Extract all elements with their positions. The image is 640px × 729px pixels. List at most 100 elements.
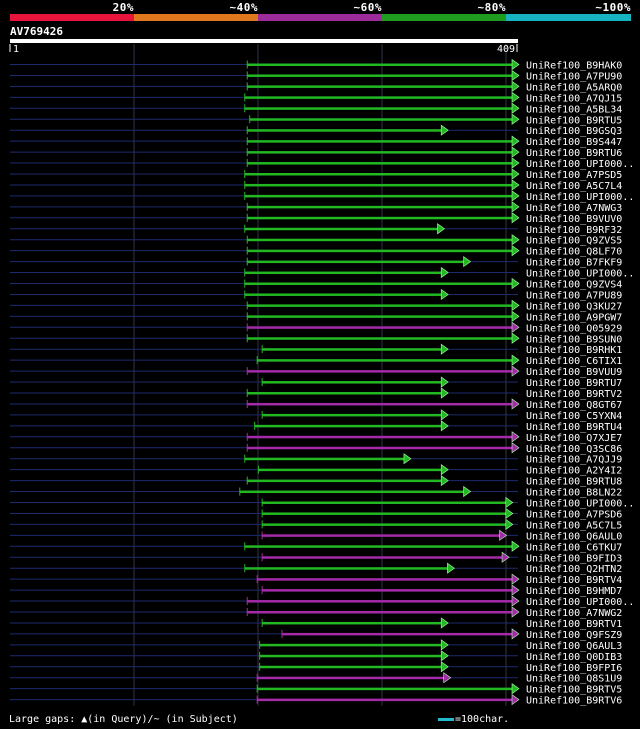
- hit-arrow: [463, 256, 472, 268]
- hit-label: UniRef100_B8LN22: [526, 488, 622, 499]
- hit-bar: [262, 501, 506, 504]
- hit-label: UniRef100_A7PU90: [526, 71, 622, 82]
- hit-label: UniRef100_B9HMD7: [526, 586, 622, 597]
- hit-arrow: [440, 343, 449, 355]
- hit-arrow: [511, 135, 520, 147]
- hit-label: UniRef100_B9RTV4: [526, 575, 622, 586]
- hit-label: UniRef100_B9RTU5: [526, 115, 622, 126]
- hit-label: UniRef100_A7NWG3: [526, 203, 622, 214]
- hit-label: UniRef100_UPI000..: [526, 192, 634, 203]
- scale-bar: [438, 717, 454, 721]
- hit-bar: [249, 118, 513, 121]
- hit-label: UniRef100_B9RTU7: [526, 378, 622, 389]
- hit-bar: [282, 632, 512, 636]
- hit-arrow: [440, 639, 449, 651]
- hit-label: UniRef100_A5ARQ0: [526, 82, 622, 93]
- hit-arrow: [511, 80, 520, 92]
- hit-label: UniRef100_UPI000..: [526, 159, 634, 170]
- hit-label: UniRef100_A7QJJ9: [526, 455, 622, 466]
- hit-arrow: [440, 376, 449, 388]
- hit-label: UniRef100_C5YXN4: [526, 411, 622, 422]
- hit-label: UniRef100_B9RF32: [526, 225, 622, 236]
- hit-bar: [244, 173, 512, 176]
- hit-arrow: [440, 661, 449, 673]
- scale-text: =100char.: [455, 714, 510, 725]
- hit-arrow: [403, 453, 412, 465]
- hit-label: UniRef100_Q7XJE7: [526, 433, 622, 444]
- hit-label: UniRef100_UPI000..: [526, 499, 634, 510]
- hit-label: UniRef100_Q8LF70: [526, 247, 622, 258]
- hit-bar: [262, 556, 503, 559]
- hit-label: UniRef100_B9HAK0: [526, 61, 622, 72]
- hit-arrow: [511, 201, 520, 213]
- hit-label: UniRef100_B9RTV1: [526, 619, 622, 630]
- hit-arrow: [440, 617, 449, 629]
- hit-arrow: [511, 628, 520, 640]
- hit-bar: [244, 457, 404, 461]
- hit-arrow: [440, 124, 449, 136]
- hit-arrow: [511, 157, 520, 169]
- hit-bar: [259, 665, 442, 669]
- hit-bar: [257, 578, 512, 581]
- hit-bar: [247, 140, 512, 143]
- hit-arrow: [511, 146, 520, 158]
- hit-arrow: [511, 683, 520, 695]
- hit-arrow: [511, 245, 520, 257]
- hit-label: UniRef100_B9RTV2: [526, 389, 622, 400]
- hit-bar: [259, 643, 442, 647]
- hit-arrow: [440, 464, 449, 476]
- hit-arrow: [505, 507, 514, 520]
- hit-arrow: [440, 420, 449, 432]
- hit-arrow: [511, 91, 520, 103]
- hit-bar: [244, 293, 442, 296]
- hit-arrow: [440, 266, 449, 279]
- hit-arrow: [511, 398, 520, 410]
- hit-bar: [247, 402, 512, 406]
- hit-bar: [262, 534, 500, 537]
- scale-note: =100char.: [438, 714, 509, 725]
- hit-label: UniRef100_A7PSD6: [526, 509, 622, 520]
- hit-label: UniRef100_B9FID3: [526, 553, 622, 564]
- hit-arrow: [511, 179, 520, 191]
- hit-arrow: [511, 113, 520, 125]
- hit-arrow: [437, 223, 445, 235]
- hit-arrow: [511, 190, 520, 202]
- hit-arrow: [511, 584, 520, 596]
- hit-bar: [257, 359, 512, 362]
- hit-bar: [247, 600, 512, 603]
- hit-bar: [247, 337, 512, 340]
- hit-bar: [244, 183, 512, 187]
- hit-arrow: [511, 606, 520, 618]
- hit-bar: [247, 479, 442, 483]
- hit-label: UniRef100_Q9ZVS4: [526, 280, 622, 291]
- hit-arrow: [511, 365, 520, 377]
- hit-label: UniRef100_Q9FSZ9: [526, 630, 622, 641]
- hit-bar: [262, 621, 442, 625]
- hit-label: UniRef100_C6TKU7: [526, 542, 622, 553]
- hit-bar: [247, 435, 512, 439]
- hit-label: UniRef100_B9SUN0: [526, 334, 622, 345]
- hit-arrow: [511, 69, 520, 82]
- hit-label: UniRef100_A7QJ15: [526, 93, 622, 104]
- hit-bar: [247, 238, 512, 242]
- hit-label: UniRef100_B9RTU6: [526, 148, 622, 159]
- hit-label: UniRef100_A7NWG2: [526, 608, 622, 619]
- hit-arrow: [511, 321, 520, 333]
- hit-arrow: [511, 540, 520, 552]
- hit-arrow: [443, 672, 452, 684]
- hit-arrow: [511, 299, 520, 311]
- hit-label: UniRef100_C6TIX1: [526, 356, 622, 367]
- hit-bar: [258, 468, 442, 472]
- alignment-chart: 1 409UniRef100_B9HAK0UniRef100_A7PU90UniR…: [9, 39, 634, 707]
- hit-bar: [262, 512, 506, 515]
- hit-arrow: [511, 332, 520, 344]
- hit-arrow: [511, 168, 520, 180]
- hit-arrow: [511, 694, 520, 706]
- hit-arrow: [511, 442, 520, 454]
- hit-label: UniRef100_B9S447: [526, 137, 622, 148]
- hit-arrow: [505, 518, 514, 530]
- hit-label: UniRef100_B9VUU9: [526, 367, 622, 378]
- hit-bar: [262, 381, 442, 384]
- hit-label: UniRef100_A7PU89: [526, 290, 622, 301]
- hit-arrow: [511, 277, 520, 290]
